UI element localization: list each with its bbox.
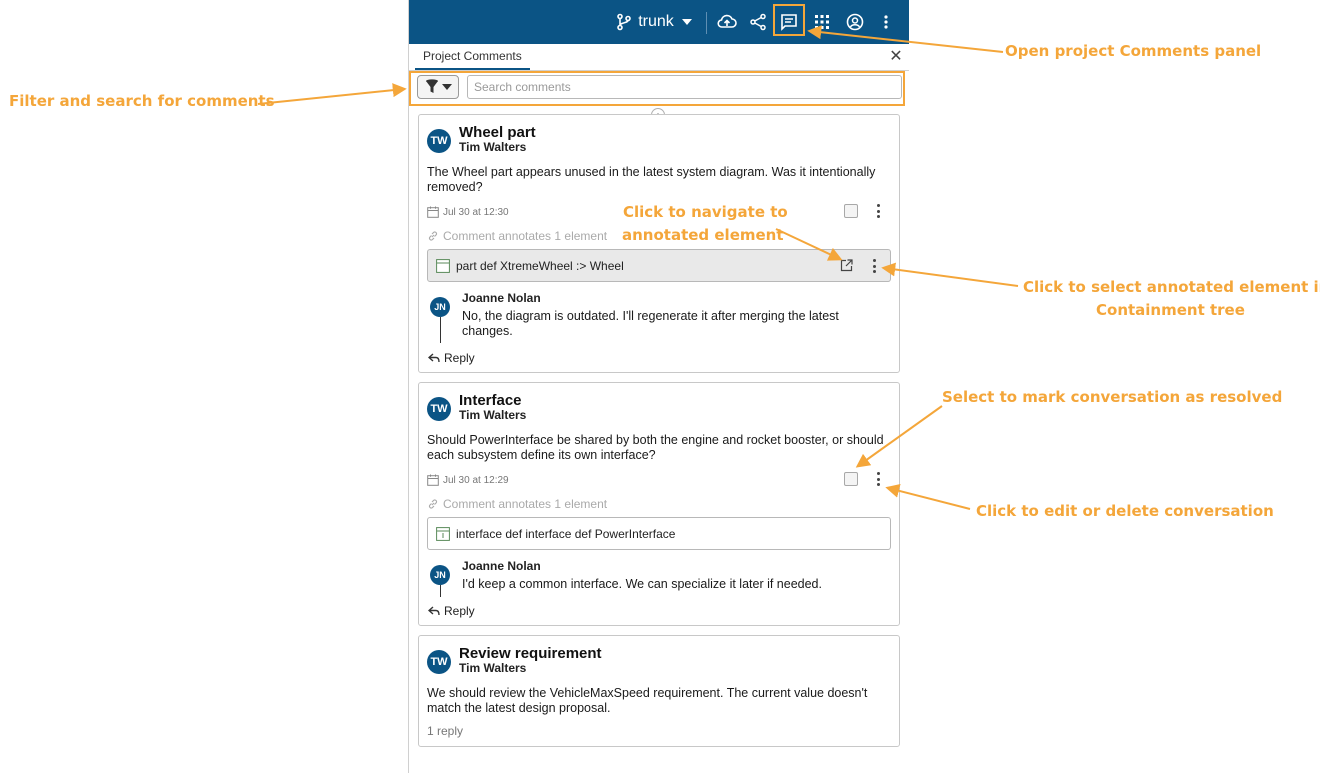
avatar: JN [430, 297, 450, 317]
callout-navigate-line-1: Click to navigate to [623, 203, 788, 221]
comment-body: We should review the VehicleMaxSpeed req… [427, 686, 868, 715]
open-external-icon[interactable] [840, 259, 853, 272]
toolbar-divider [706, 12, 707, 34]
conversation-menu-button[interactable] [873, 470, 883, 488]
branch-selector[interactable]: trunk [612, 0, 696, 44]
callout-select-line-1: Click to select annotated element in [1023, 278, 1320, 296]
search-input[interactable] [467, 75, 902, 99]
avatar: TW [427, 650, 451, 674]
replies-count-link[interactable]: 1 reply [427, 724, 463, 738]
callout-select-line-2: Containment tree [1096, 301, 1245, 319]
reply-icon [428, 606, 440, 616]
comment-title: Review requirement [459, 645, 602, 662]
link-icon [428, 499, 438, 509]
annotated-element[interactable]: part def XtremeWheel :> Wheel [427, 249, 891, 282]
callout-navigate-line-2: annotated element [622, 226, 784, 244]
reply-label: Reply [444, 604, 475, 618]
branch-name: trunk [638, 13, 674, 30]
reply-author: Joanne Nolan [462, 559, 541, 573]
callout-edit-delete: Click to edit or delete conversation [976, 502, 1274, 520]
comment-card: TW Review requirement Tim Walters We sho… [418, 635, 900, 747]
apps-grid-icon[interactable] [808, 0, 836, 44]
part-def-icon [436, 258, 450, 273]
annotation-info: Comment annotates 1 element [427, 229, 607, 243]
chevron-down-icon [681, 19, 692, 25]
comment-author: Tim Walters [459, 408, 527, 422]
avatar: TW [427, 397, 451, 421]
reply-label: Reply [444, 351, 475, 365]
reply-button[interactable]: Reply [428, 604, 475, 618]
interface-def-icon [436, 526, 450, 541]
account-icon[interactable] [841, 0, 869, 44]
element-menu-button[interactable] [869, 257, 879, 275]
reply-thread-line [440, 585, 441, 597]
panel-tab-row: Project Comments ✕ [409, 44, 909, 71]
comment-title: Wheel part [459, 124, 536, 141]
annotated-element[interactable]: interface def interface def PowerInterfa… [427, 517, 891, 550]
link-icon [428, 231, 438, 241]
date-text: Jul 30 at 12:29 [443, 474, 509, 486]
arrow-filter [257, 83, 407, 105]
tab-project-comments[interactable]: Project Comments [415, 44, 530, 70]
comments-button-highlight [773, 4, 805, 36]
top-toolbar: trunk [409, 0, 909, 44]
comment-date: Jul 30 at 12:30 [427, 206, 509, 218]
callout-filter: Filter and search for comments [9, 92, 275, 110]
reply-body: I'd keep a common interface. We can spec… [462, 577, 822, 591]
comment-author: Tim Walters [459, 140, 527, 154]
avatar: JN [430, 565, 450, 585]
resolve-checkbox[interactable] [844, 472, 858, 486]
callout-open-panel: Open project Comments panel [1005, 42, 1262, 60]
reply-body: No, the diagram is outdated. I'll regene… [462, 309, 839, 338]
element-label: interface def interface def PowerInterfa… [456, 526, 676, 541]
close-icon[interactable]: ✕ [887, 48, 905, 66]
comment-date: Jul 30 at 12:29 [427, 474, 509, 486]
annotation-info: Comment annotates 1 element [427, 497, 607, 511]
annotation-count: Comment annotates 1 element [443, 229, 608, 243]
reply-author: Joanne Nolan [462, 291, 541, 305]
element-label: part def XtremeWheel :> Wheel [456, 258, 624, 273]
filter-button[interactable] [417, 75, 459, 99]
filter-icon [425, 79, 438, 93]
reply-icon [428, 353, 440, 363]
branch-icon [617, 13, 632, 31]
avatar: TW [427, 129, 451, 153]
conversation-menu-button[interactable] [873, 202, 883, 220]
comment-body: Should PowerInterface be shared by both … [427, 433, 884, 462]
share-icon[interactable] [744, 0, 772, 44]
resolve-checkbox[interactable] [844, 204, 858, 218]
cloud-upload-icon[interactable] [713, 0, 741, 44]
reply-thread-line [440, 317, 441, 343]
comments-app-panel: trunk Project Comments ✕ Search comments… [408, 0, 909, 773]
more-vert-icon[interactable] [872, 0, 900, 44]
comment-author: Tim Walters [459, 661, 527, 675]
annotation-count: Comment annotates 1 element [443, 497, 608, 511]
chevron-down-icon [441, 84, 452, 90]
comment-card: TW Interface Tim Walters Should PowerInt… [418, 382, 900, 626]
comment-body: The Wheel part appears unused in the lat… [427, 165, 876, 194]
comment-title: Interface [459, 392, 522, 409]
calendar-icon [427, 474, 439, 486]
reply-button[interactable]: Reply [428, 351, 475, 365]
calendar-icon [427, 206, 439, 218]
date-text: Jul 30 at 12:30 [443, 206, 509, 218]
callout-resolve: Select to mark conversation as resolved [942, 388, 1283, 406]
